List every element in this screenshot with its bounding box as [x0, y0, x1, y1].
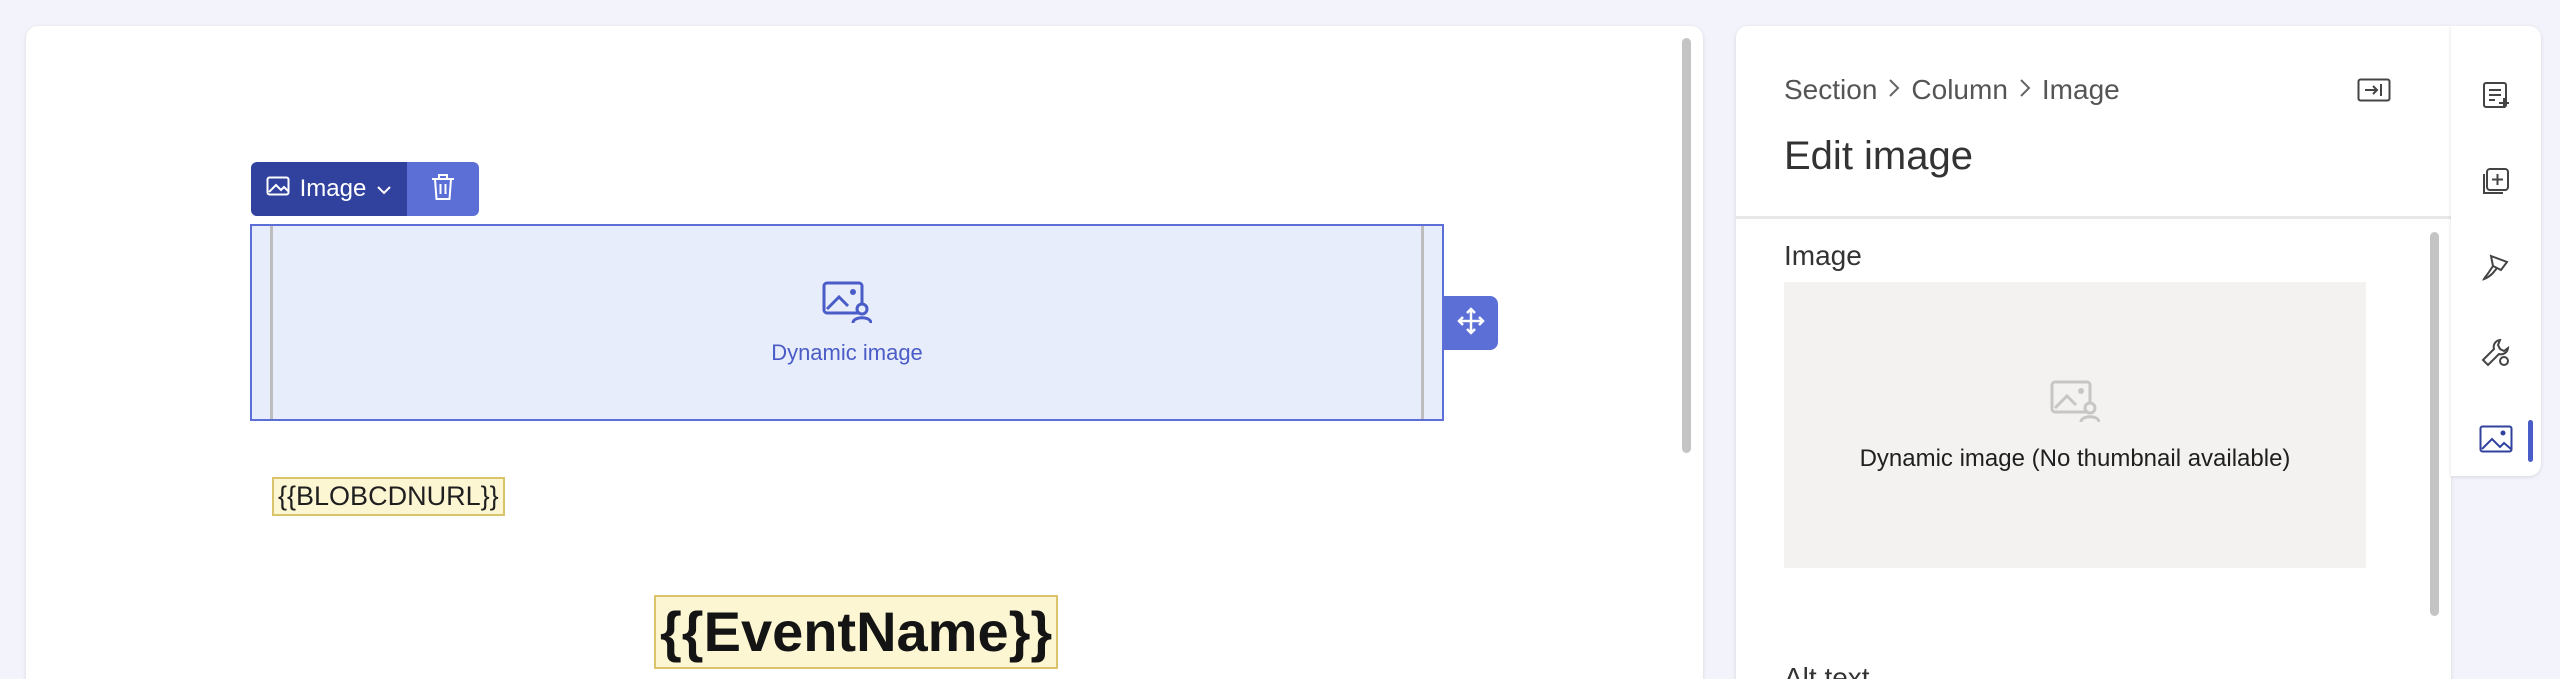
panel-divider: [1736, 216, 2451, 219]
move-handle[interactable]: [1444, 296, 1498, 350]
email-canvas: Image Dynamic image {{BLOBCDNURL}} {{Eve…: [26, 26, 1703, 679]
trash-icon: [429, 172, 457, 207]
element-type-dropdown[interactable]: Image: [251, 162, 407, 216]
image-thumbnail[interactable]: Dynamic image (No thumbnail available): [1784, 282, 2366, 568]
dynamic-image-icon: [2050, 378, 2101, 429]
image-section-label: Image: [1784, 240, 1862, 271]
image-properties-icon: [2479, 425, 2513, 458]
thumbnail-caption: Dynamic image (No thumbnail available): [1859, 444, 2291, 472]
rail-add-element[interactable]: [2451, 54, 2541, 140]
element-toolbar: Image: [251, 162, 479, 216]
tool-rail: [2451, 26, 2541, 476]
add-section-icon: [2481, 166, 2511, 201]
image-placeholder: Dynamic image: [270, 226, 1424, 419]
canvas-scrollbar[interactable]: [1682, 38, 1691, 453]
chevron-right-icon: [2018, 74, 2032, 106]
image-icon: [266, 175, 290, 203]
rail-add-section[interactable]: [2451, 140, 2541, 226]
panel-collapse-icon: [2357, 78, 2391, 106]
paintbrush-icon: [2481, 252, 2511, 287]
element-type-label: Image: [299, 175, 367, 202]
rail-styles[interactable]: [2451, 226, 2541, 312]
chevron-down-icon: [376, 175, 392, 203]
panel-scrollbar[interactable]: [2430, 232, 2439, 616]
breadcrumb-section[interactable]: Section: [1784, 74, 1877, 106]
dynamic-image-label: Dynamic image: [771, 340, 923, 365]
image-element[interactable]: Dynamic image: [250, 224, 1444, 421]
panel-title: Edit image: [1784, 134, 1973, 178]
properties-panel: Section Column Image Edit image Image Dy…: [1736, 26, 2451, 679]
breadcrumb-column[interactable]: Column: [1911, 74, 2007, 106]
event-name-token[interactable]: {{EventName}}: [654, 595, 1059, 669]
add-element-icon: [2481, 80, 2511, 115]
dynamic-image-icon: [822, 279, 873, 330]
breadcrumb-image: Image: [2041, 74, 2120, 105]
collapse-panel-button[interactable]: [2357, 78, 2391, 107]
rail-settings[interactable]: [2451, 312, 2541, 398]
rail-image-properties[interactable]: [2451, 398, 2541, 484]
blob-cdn-url-token[interactable]: {{BLOBCDNURL}}: [272, 477, 505, 516]
alt-text-label: Alt text: [1784, 662, 1870, 679]
delete-element-button[interactable]: [407, 162, 479, 216]
move-arrows-icon: [1457, 306, 1485, 340]
chevron-right-icon: [1887, 74, 1901, 106]
breadcrumb: Section Column Image: [1784, 74, 2120, 106]
settings-wrench-icon: [2480, 337, 2512, 374]
